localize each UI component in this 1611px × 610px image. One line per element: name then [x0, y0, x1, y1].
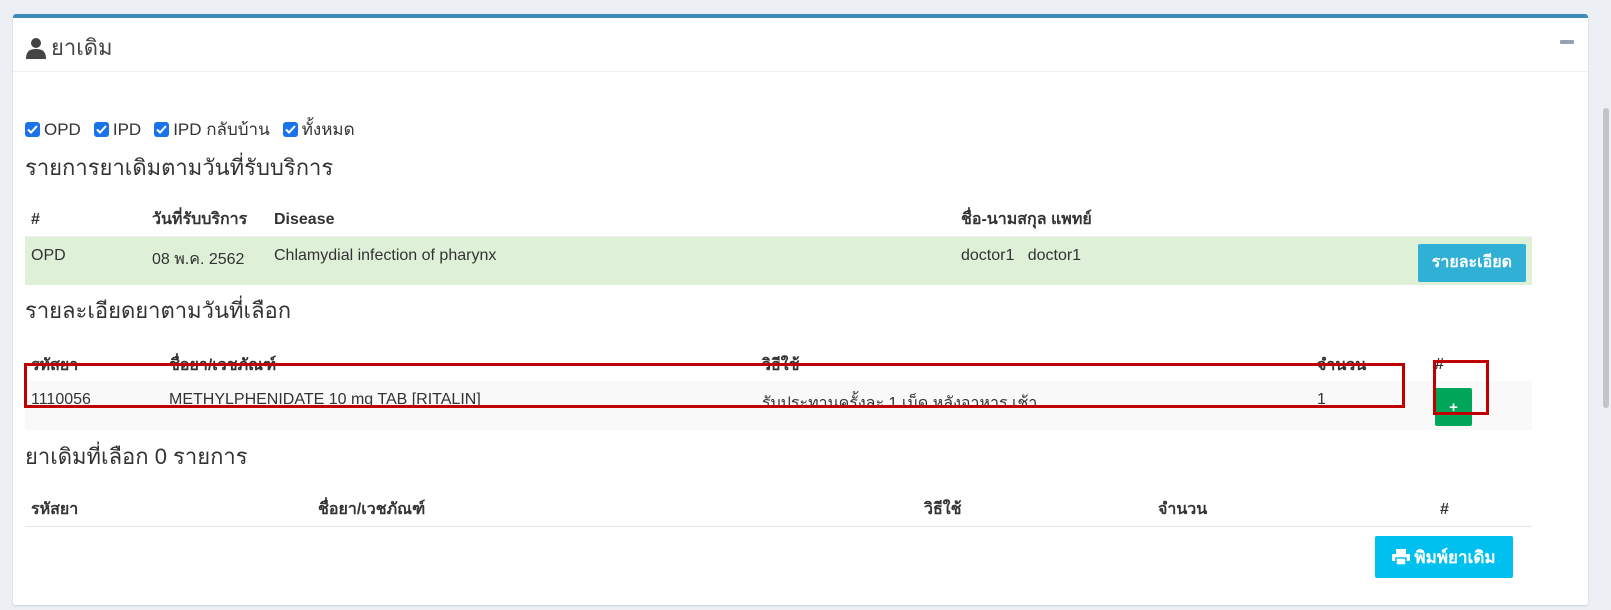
drug-name: METHYLPHENIDATE 10 mg TAB [RITALIN]	[169, 391, 481, 408]
column-header: #	[1434, 494, 1532, 527]
column-header: ชื่อยา/เวชภัณฑ์	[312, 494, 918, 527]
panel-title: ยาเดิม	[25, 30, 113, 65]
filter-opd[interactable]: OPD	[25, 120, 81, 140]
column-header: ชื่อยา/เวชภัณฑ์	[169, 356, 277, 374]
drug-usage: รับประทานครั้งละ 1 เม็ด หลังอาหาร เช้า	[762, 395, 1038, 412]
column-header: ชื่อ-นามสกุล แพทย์	[955, 204, 1408, 237]
panel-header: ยาเดิม	[13, 18, 1588, 72]
selected-heading: ยาเดิมที่เลือก 0 รายการ	[25, 444, 248, 469]
scrollbar[interactable]	[1599, 0, 1611, 610]
column-header: วันที่รับบริการ	[146, 204, 268, 237]
selected-table: รหัสยา ชื่อยา/เวชภัณฑ์ วิธีใช้ จำนวน #	[25, 494, 1532, 527]
column-header: Disease	[268, 204, 955, 237]
table-header-row: รหัสยา ชื่อยา/เวชภัณฑ์ วิธีใช้ จำนวน #	[25, 349, 1532, 381]
visit-doctor: doctor1 doctor1	[961, 246, 1082, 264]
visits-table: # วันที่รับบริการ Disease ชื่อ-นามสกุล แ…	[25, 204, 1532, 285]
source-filters: OPD IPD IPD กลับบ้าน ทั้งหมด	[25, 116, 368, 143]
table-row[interactable]: OPD 08 พ.ค. 2562 Chlamydial infection of…	[25, 236, 1532, 285]
panel-title-text: ยาเดิม	[51, 35, 113, 60]
visit-disease: Chlamydial infection of pharynx	[274, 246, 497, 264]
filter-label: OPD	[44, 119, 81, 139]
checkbox-checked-icon[interactable]	[93, 122, 109, 137]
print-button[interactable]: พิมพ์ยาเดิม	[1375, 536, 1513, 578]
column-header: #	[25, 204, 146, 237]
user-icon	[26, 37, 46, 59]
checkbox-checked-icon[interactable]	[282, 122, 298, 137]
column-header: วิธีใช้	[918, 494, 1152, 527]
checkbox-checked-icon[interactable]	[154, 122, 170, 137]
old-medication-panel: ยาเดิม OPD IPD IPD กลับบ้าน ทั้งหมด รายก…	[13, 14, 1588, 605]
column-header: จำนวน	[1317, 356, 1367, 374]
visit-type: OPD	[31, 246, 66, 264]
scrollbar-thumb[interactable]	[1603, 108, 1609, 408]
checkbox-checked-icon[interactable]	[25, 122, 40, 137]
filter-label: IPD	[112, 119, 142, 139]
drug-code: 1110056	[31, 391, 91, 408]
filter-ipd[interactable]: IPD	[93, 119, 142, 140]
print-icon	[1392, 549, 1411, 565]
action-cell: รายละเอียด	[1408, 236, 1532, 285]
visits-heading: รายการยาเดิมตามวันที่รับบริการ	[25, 155, 334, 180]
column-header: รหัสยา	[25, 494, 312, 527]
table-row: 1110056 METHYLPHENIDATE 10 mg TAB [RITAL…	[25, 381, 1532, 430]
column-header: #	[1435, 356, 1444, 373]
column-header-empty	[1408, 204, 1532, 237]
details-heading: รายละเอียดยาตามวันที่เลือก	[25, 298, 292, 323]
visit-date: 08 พ.ค. 2562	[152, 250, 245, 268]
column-header: จำนวน	[1152, 494, 1434, 527]
collapse-button[interactable]	[1560, 40, 1574, 44]
details-table: รหัสยา ชื่อยา/เวชภัณฑ์ วิธีใช้ จำนวน # 1…	[25, 349, 1532, 430]
filter-ipd-home[interactable]: IPD กลับบ้าน	[154, 116, 270, 143]
drug-quantity: 1	[1317, 391, 1326, 408]
filter-all[interactable]: ทั้งหมด	[282, 116, 355, 143]
table-header-row: # วันที่รับบริการ Disease ชื่อ-นามสกุล แ…	[25, 204, 1532, 237]
add-drug-button[interactable]: +	[1435, 388, 1472, 426]
action-cell: +	[1429, 381, 1532, 430]
column-header: รหัสยา	[31, 356, 79, 374]
table-header-row: รหัสยา ชื่อยา/เวชภัณฑ์ วิธีใช้ จำนวน #	[25, 494, 1532, 527]
detail-button[interactable]: รายละเอียด	[1417, 243, 1526, 282]
filter-label: IPD กลับบ้าน	[173, 120, 270, 139]
column-header: วิธีใช้	[762, 356, 800, 374]
print-button-label: พิมพ์ยาเดิม	[1414, 547, 1496, 567]
filter-label: ทั้งหมด	[301, 120, 355, 139]
